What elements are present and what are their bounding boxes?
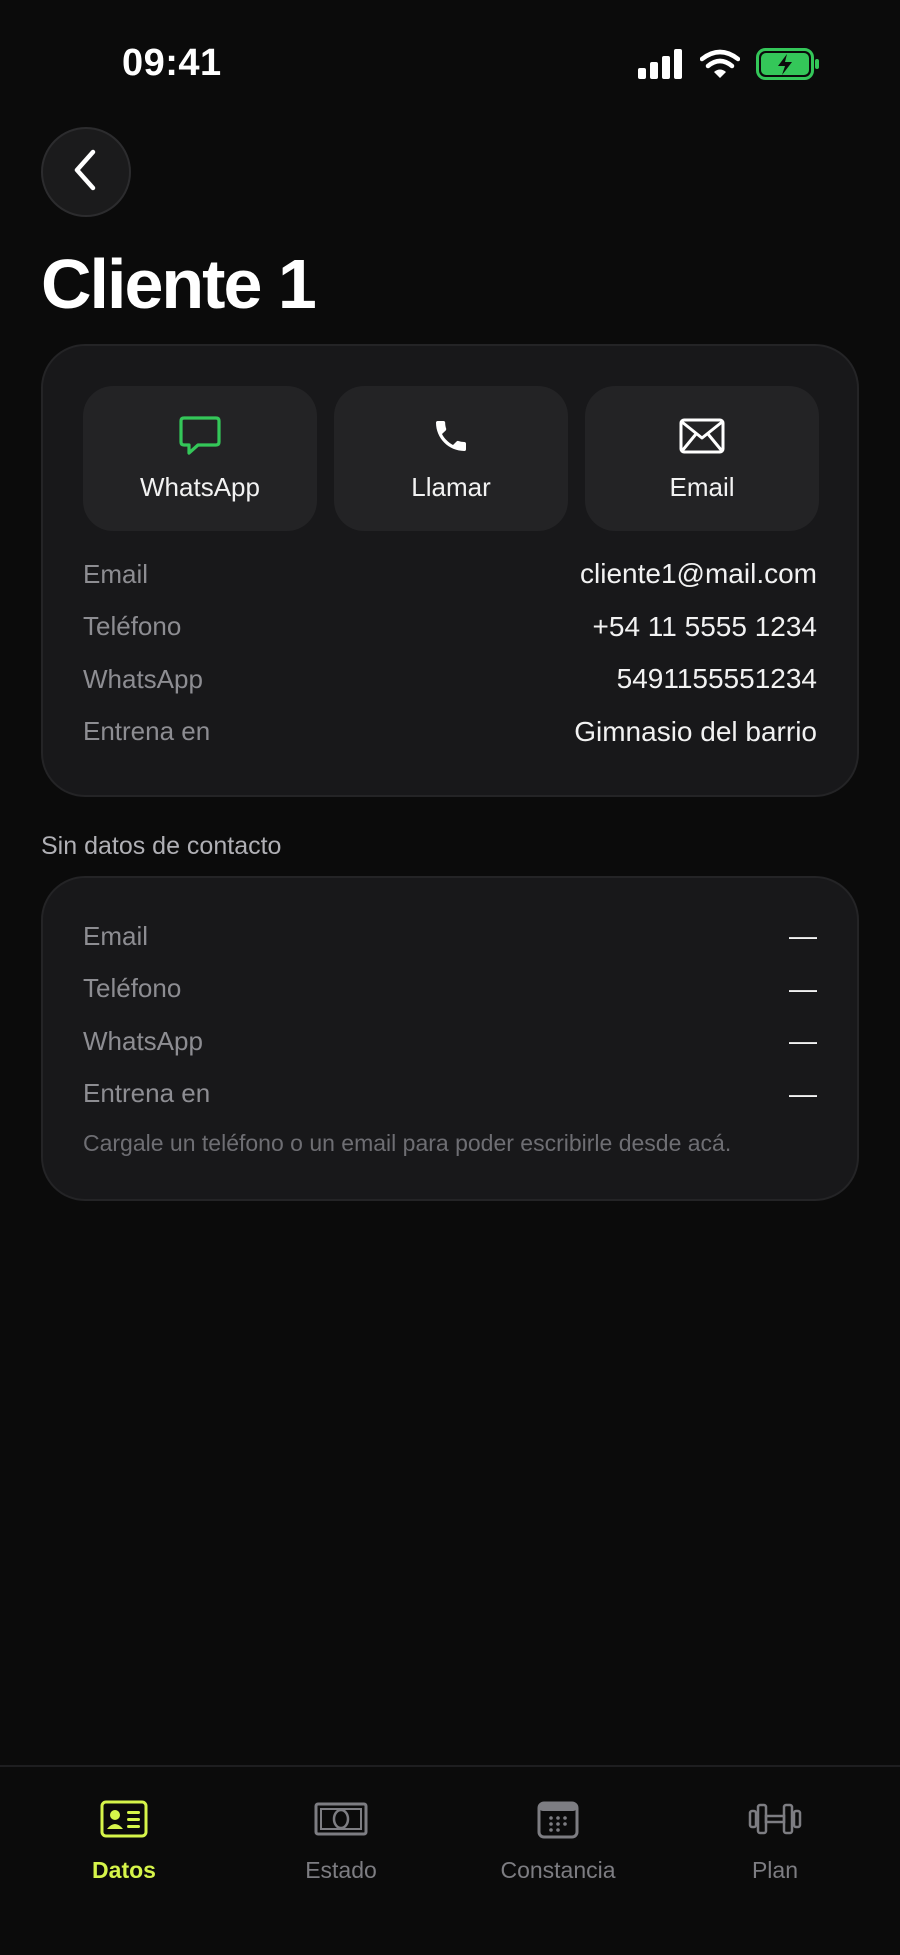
detail-label: Email [83, 920, 149, 951]
chat-bubble-icon [178, 414, 222, 458]
detail-row-phone: Teléfono — [83, 963, 817, 1016]
id-card-icon [100, 1795, 148, 1843]
contact-card: WhatsApp Llamar Email Email cliente1@mai… [41, 344, 859, 797]
page-title: Cliente 1 [41, 245, 317, 323]
banknote-icon [314, 1795, 368, 1843]
email-button[interactable]: Email [585, 386, 819, 531]
detail-value: — [789, 1025, 817, 1057]
nav-item-plan[interactable]: Plan [675, 1795, 875, 1884]
phone-icon [431, 414, 471, 458]
contact-actions: WhatsApp Llamar Email [83, 386, 819, 531]
bottom-nav: Datos Estado Constancia Plan [0, 1765, 900, 1955]
empty-hint: Cargale un teléfono o un email para pode… [83, 1130, 732, 1156]
status-icons [638, 48, 820, 85]
section-title: Sin datos de contacto [41, 832, 282, 860]
back-button[interactable] [41, 127, 131, 217]
signal-icon [638, 49, 684, 84]
detail-value: 5491155551234 [616, 663, 817, 695]
status-bar: 09:41 [0, 0, 900, 130]
chevron-left-icon [71, 148, 101, 197]
detail-label: Teléfono [83, 973, 182, 1004]
detail-value: — [789, 1077, 817, 1109]
nav-item-datos[interactable]: Datos [24, 1795, 224, 1884]
contact-details: Email cliente1@mail.com Teléfono +54 11 … [83, 548, 817, 758]
empty-contact-card: Email — Teléfono — WhatsApp — Entrena en… [41, 876, 859, 1201]
detail-value: — [789, 972, 817, 1004]
detail-row-email: Email — [83, 910, 817, 963]
detail-row-gym: Entrena en Gimnasio del barrio [83, 706, 817, 759]
dumbbell-icon [748, 1795, 802, 1843]
email-label: Email [669, 472, 735, 502]
app-screen: 09:41 Cliente 1 WhatsApp Llamar Email Em… [0, 0, 900, 1955]
detail-value: — [789, 920, 817, 952]
call-label: Llamar [411, 472, 491, 502]
wifi-icon [699, 49, 741, 84]
status-time: 09:41 [122, 42, 222, 84]
detail-label: WhatsApp [83, 663, 203, 694]
call-button[interactable]: Llamar [334, 386, 568, 531]
detail-row-gym: Entrena en — [83, 1068, 817, 1121]
nav-label: Plan [751, 1857, 799, 1883]
detail-value: cliente1@mail.com [580, 558, 817, 590]
detail-row-whatsapp: WhatsApp 5491155551234 [83, 653, 817, 706]
detail-label: Entrena en [83, 1078, 211, 1109]
nav-label: Estado [305, 1857, 377, 1883]
detail-label: WhatsApp [83, 1025, 203, 1056]
detail-value: Gimnasio del barrio [574, 715, 817, 747]
calendar-icon [537, 1795, 579, 1843]
nav-item-constancia[interactable]: Constancia [458, 1795, 658, 1884]
detail-row-whatsapp: WhatsApp — [83, 1015, 817, 1068]
detail-label: Entrena en [83, 716, 211, 747]
nav-item-estado[interactable]: Estado [241, 1795, 441, 1884]
detail-value: +54 11 5555 1234 [592, 610, 817, 642]
nav-label: Datos [92, 1857, 156, 1883]
detail-row-phone: Teléfono +54 11 5555 1234 [83, 601, 817, 654]
nav-label: Constancia [500, 1857, 616, 1883]
detail-label: Teléfono [83, 611, 182, 642]
battery-charging-icon [756, 48, 820, 85]
detail-row-email: Email cliente1@mail.com [83, 548, 817, 601]
whatsapp-button[interactable]: WhatsApp [83, 386, 317, 531]
empty-contact-details: Email — Teléfono — WhatsApp — Entrena en… [83, 910, 817, 1120]
whatsapp-label: WhatsApp [140, 472, 260, 502]
detail-label: Email [83, 558, 149, 589]
mail-icon [679, 414, 725, 458]
